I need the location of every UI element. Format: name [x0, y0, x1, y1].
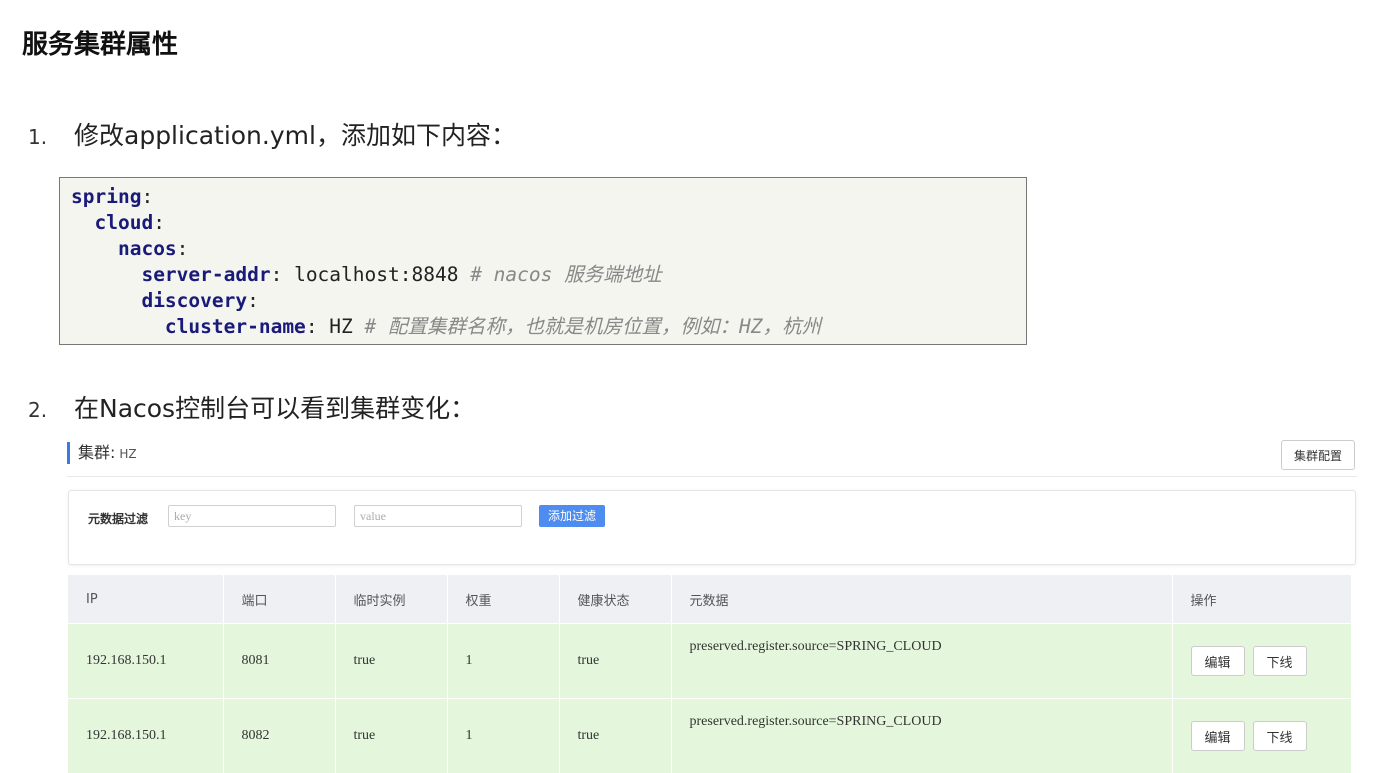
code-key: nacos	[118, 237, 177, 260]
cluster-value: HZ	[119, 447, 136, 461]
cell-healthy: true	[559, 699, 671, 773]
edit-button[interactable]: 编辑	[1191, 646, 1245, 676]
filter-key-input[interactable]	[168, 505, 336, 527]
cluster-header: 集群: HZ	[67, 442, 137, 464]
step-text: 在Nacos控制台可以看到集群变化：	[74, 394, 475, 423]
column-header-healthy: 健康状态	[559, 575, 671, 624]
column-header-ip: IP	[68, 575, 223, 624]
cell-ephemeral: true	[335, 624, 447, 699]
cell-port: 8081	[223, 624, 335, 699]
table-row: 192.168.150.1 8081 true 1 true preserved…	[68, 624, 1351, 699]
instance-table: IP 端口 临时实例 权重 健康状态 元数据 操作 192.168.150.1 …	[68, 575, 1352, 773]
table-header-row: IP 端口 临时实例 权重 健康状态 元数据 操作	[68, 575, 1351, 624]
cell-actions: 编辑下线	[1172, 699, 1351, 773]
cluster-config-button[interactable]: 集群配置	[1281, 440, 1355, 470]
column-header-metadata: 元数据	[671, 575, 1172, 624]
offline-button[interactable]: 下线	[1253, 721, 1307, 751]
cell-metadata: preserved.register.source=SPRING_CLOUD	[671, 699, 1172, 773]
code-key: cloud	[94, 211, 153, 234]
step-2: 2.在Nacos控制台可以看到集群变化：	[28, 389, 475, 425]
column-header-ephemeral: 临时实例	[335, 575, 447, 624]
page-title: 服务集群属性	[22, 24, 178, 61]
code-comment: # nacos 服务端地址	[470, 263, 661, 286]
cell-ip: 192.168.150.1	[68, 699, 223, 773]
code-key: server-addr	[141, 263, 270, 286]
code-value: localhost:8848	[294, 263, 458, 286]
cell-metadata: preserved.register.source=SPRING_CLOUD	[671, 624, 1172, 699]
column-header-port: 端口	[223, 575, 335, 624]
column-header-actions: 操作	[1172, 575, 1351, 624]
code-value: HZ	[329, 315, 352, 338]
cell-weight: 1	[447, 699, 559, 773]
metadata-filter-panel: 元数据过滤 添加过滤	[68, 490, 1356, 565]
yaml-code-block: spring: cloud: nacos: server-addr: local…	[59, 177, 1027, 345]
nacos-console: 集群: HZ 集群配置 元数据过滤 添加过滤 IP 端口 临时实例 权重 健康状态…	[67, 436, 1357, 746]
edit-button[interactable]: 编辑	[1191, 721, 1245, 751]
cell-actions: 编辑下线	[1172, 624, 1351, 699]
cell-port: 8082	[223, 699, 335, 773]
filter-value-input[interactable]	[354, 505, 522, 527]
code-comment: # 配置集群名称，也就是机房位置，例如：HZ，杭州	[365, 315, 821, 338]
table-row: 192.168.150.1 8082 true 1 true preserved…	[68, 699, 1351, 773]
step-1: 1.修改application.yml，添加如下内容：	[28, 116, 516, 152]
cell-ephemeral: true	[335, 699, 447, 773]
cluster-label: 集群:	[78, 443, 115, 462]
column-header-weight: 权重	[447, 575, 559, 624]
offline-button[interactable]: 下线	[1253, 646, 1307, 676]
step-number: 2.	[28, 398, 74, 422]
code-key: discovery	[141, 289, 247, 312]
cell-healthy: true	[559, 624, 671, 699]
step-text: 修改application.yml，添加如下内容：	[74, 121, 516, 150]
cell-ip: 192.168.150.1	[68, 624, 223, 699]
code-key: spring	[71, 185, 141, 208]
cell-weight: 1	[447, 624, 559, 699]
step-number: 1.	[28, 125, 74, 149]
add-filter-button[interactable]: 添加过滤	[539, 505, 605, 527]
code-key: cluster-name	[165, 315, 306, 338]
metadata-filter-label: 元数据过滤	[88, 510, 148, 527]
divider	[67, 476, 1357, 477]
